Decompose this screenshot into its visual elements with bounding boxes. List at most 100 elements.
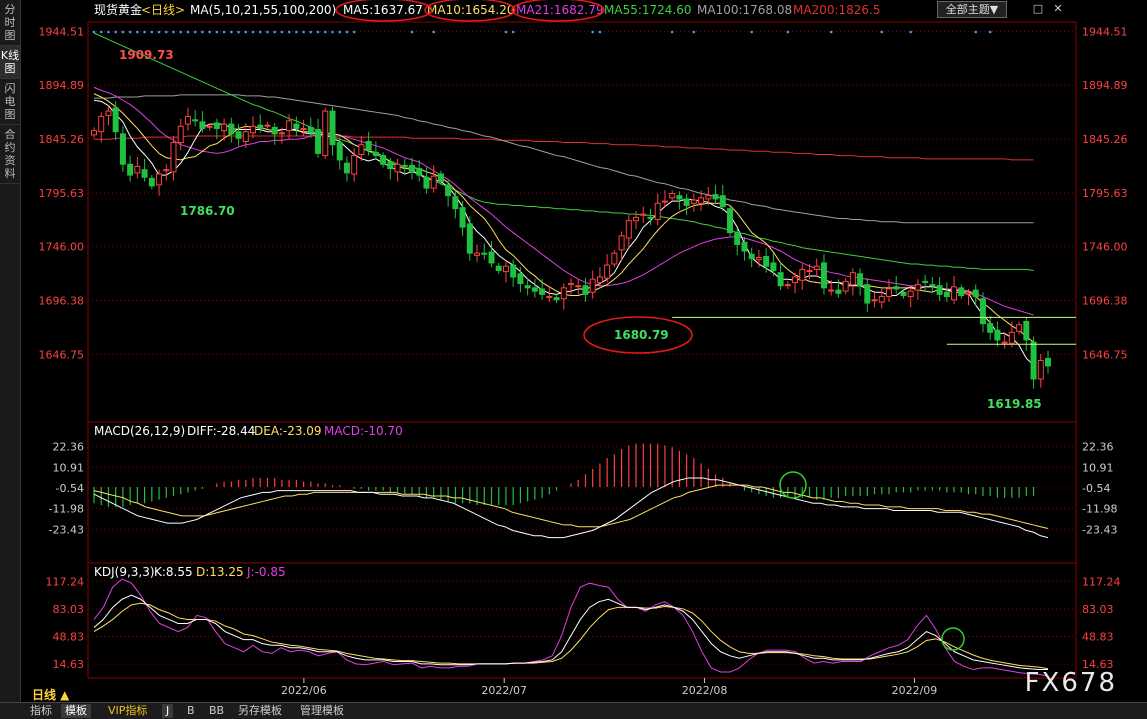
signal-dot — [410, 30, 414, 34]
candle-up — [156, 173, 163, 186]
candle-down — [900, 291, 907, 296]
candle-up — [134, 165, 141, 174]
candle-down — [293, 123, 300, 129]
ma-params: MA(5,10,21,55,100,200) — [190, 3, 336, 17]
candle-up — [596, 276, 603, 283]
candle-up — [474, 252, 481, 256]
candle-up — [965, 292, 972, 295]
price-tick-right: 1795.63 — [1082, 187, 1128, 200]
macd-value: MACD:-10.70 — [324, 424, 403, 438]
candle-up — [654, 202, 661, 221]
candle-down — [972, 289, 979, 298]
candle-down — [676, 195, 683, 200]
macd-tick-right: 22.36 — [1082, 441, 1114, 454]
candle-up — [430, 175, 437, 189]
candle-up — [394, 163, 401, 173]
candle-up — [842, 280, 849, 292]
candle-up — [625, 220, 632, 239]
candle-down — [763, 255, 770, 267]
candle-down — [481, 252, 488, 255]
candle-down — [683, 198, 690, 206]
candle-up — [250, 125, 256, 134]
maximize-icon[interactable]: □ — [1030, 1, 1046, 16]
tab-manage-templates[interactable]: 管理模板 — [296, 704, 348, 718]
kdj-title: KDJ(9,3,3) — [94, 565, 155, 579]
signal-dot — [107, 30, 110, 34]
bottom-toolbar: 指标 模板 VIP指标 J B BB 另存模板 管理模板 — [0, 702, 1147, 719]
price-tick-right: 1696.38 — [1082, 294, 1128, 307]
signal-dot — [157, 30, 161, 34]
price-labels: 1909.73 1786.70 1680.79 1619.85 — [119, 48, 1042, 411]
candle-down — [582, 285, 589, 295]
tab-save-template[interactable]: 另存模板 — [234, 704, 286, 718]
candle-up — [914, 284, 921, 291]
ma55-line — [93, 32, 1034, 272]
candle-down — [437, 173, 444, 183]
candle-down — [271, 126, 278, 135]
theme-dropdown-button[interactable]: 全部主题▼ — [937, 1, 1007, 18]
candle-up — [177, 125, 184, 144]
signal-dot — [504, 30, 508, 34]
candle-up — [351, 155, 358, 175]
grid-layer — [87, 21, 1077, 679]
kdj-tick-left: 48.83 — [53, 631, 85, 644]
candle-up — [322, 110, 329, 157]
macd-header: MACD(26,12,9) DIFF:-28.44 DEA:-23.09 MAC… — [94, 424, 403, 438]
candle-down — [727, 208, 733, 234]
candle-down — [531, 287, 538, 292]
ma200-value: MA200:1826.5 — [793, 3, 881, 17]
signal-dot — [179, 30, 183, 34]
signal-dot — [432, 30, 435, 34]
kdj-axes: 117.24 117.2483.03 83.0348.83 48.8314.63 14.… — [46, 575, 1121, 671]
kdj-lines — [93, 578, 1049, 677]
signal-dot — [121, 30, 125, 34]
signal-dot — [266, 30, 269, 34]
signal-dot — [193, 30, 197, 34]
candle-down — [141, 169, 148, 178]
signal-dot — [323, 30, 327, 34]
macd-axes: 22.36 22.36 10.91 10.91 -0.54 -0.54 -11.98 -11.… — [49, 441, 1118, 537]
ma55-value: MA55:1724.60 — [604, 3, 692, 17]
date-label: 2022/06 — [281, 684, 327, 697]
price-tick-right: 1894.89 — [1082, 79, 1128, 92]
candle-down — [329, 110, 336, 146]
tab-indicators[interactable]: 指标 — [26, 704, 56, 718]
signal-dot — [786, 30, 790, 34]
candle-down — [315, 129, 322, 154]
candle-up — [640, 213, 647, 216]
tab-vip-indicators[interactable]: VIP指标 — [104, 704, 151, 718]
candle-up — [871, 299, 878, 302]
candle-down — [192, 119, 199, 122]
tab-templates[interactable]: 模板 — [61, 704, 91, 718]
candle-up — [618, 235, 625, 251]
candle-up — [813, 265, 820, 270]
close-icon[interactable]: ✕ — [1050, 1, 1066, 16]
candle-down — [466, 223, 473, 254]
signal-dot — [208, 30, 211, 34]
gold-kline-chart[interactable]: 现货黄金 <日线> MA(5,10,21,55,100,200) MA5:163… — [0, 0, 1147, 702]
candle-down — [213, 122, 220, 129]
signal-dot — [670, 30, 674, 34]
signal-dot — [280, 30, 284, 34]
candle-up — [286, 120, 293, 132]
instrument-name: 现货黄金 — [94, 2, 142, 17]
signal-dot — [172, 30, 175, 34]
main-price-axes: 1944.51 1944.51 1894.89 1894.89 1845.26 1845.… — [39, 25, 1128, 361]
tab-j[interactable]: J — [162, 704, 174, 718]
tab-b[interactable]: B — [183, 704, 199, 718]
candle-down — [148, 177, 155, 187]
candle-down — [495, 265, 502, 272]
candle-up — [264, 124, 271, 127]
tab-bb[interactable]: BB — [205, 704, 228, 718]
macd-tick-left: -23.43 — [49, 523, 84, 536]
candle-up — [1008, 331, 1015, 344]
candle-down — [835, 289, 842, 294]
signal-dot — [511, 30, 515, 34]
macd-tick-right: -11.98 — [1082, 503, 1117, 516]
period-selector[interactable]: 日线 ▲ — [32, 686, 69, 703]
candle-down — [401, 164, 408, 167]
signal-dot — [316, 30, 320, 34]
candle-up — [1016, 324, 1023, 332]
macd-title: MACD(26,12,9) — [94, 424, 185, 438]
price-tick-right: 1746.00 — [1082, 241, 1128, 254]
